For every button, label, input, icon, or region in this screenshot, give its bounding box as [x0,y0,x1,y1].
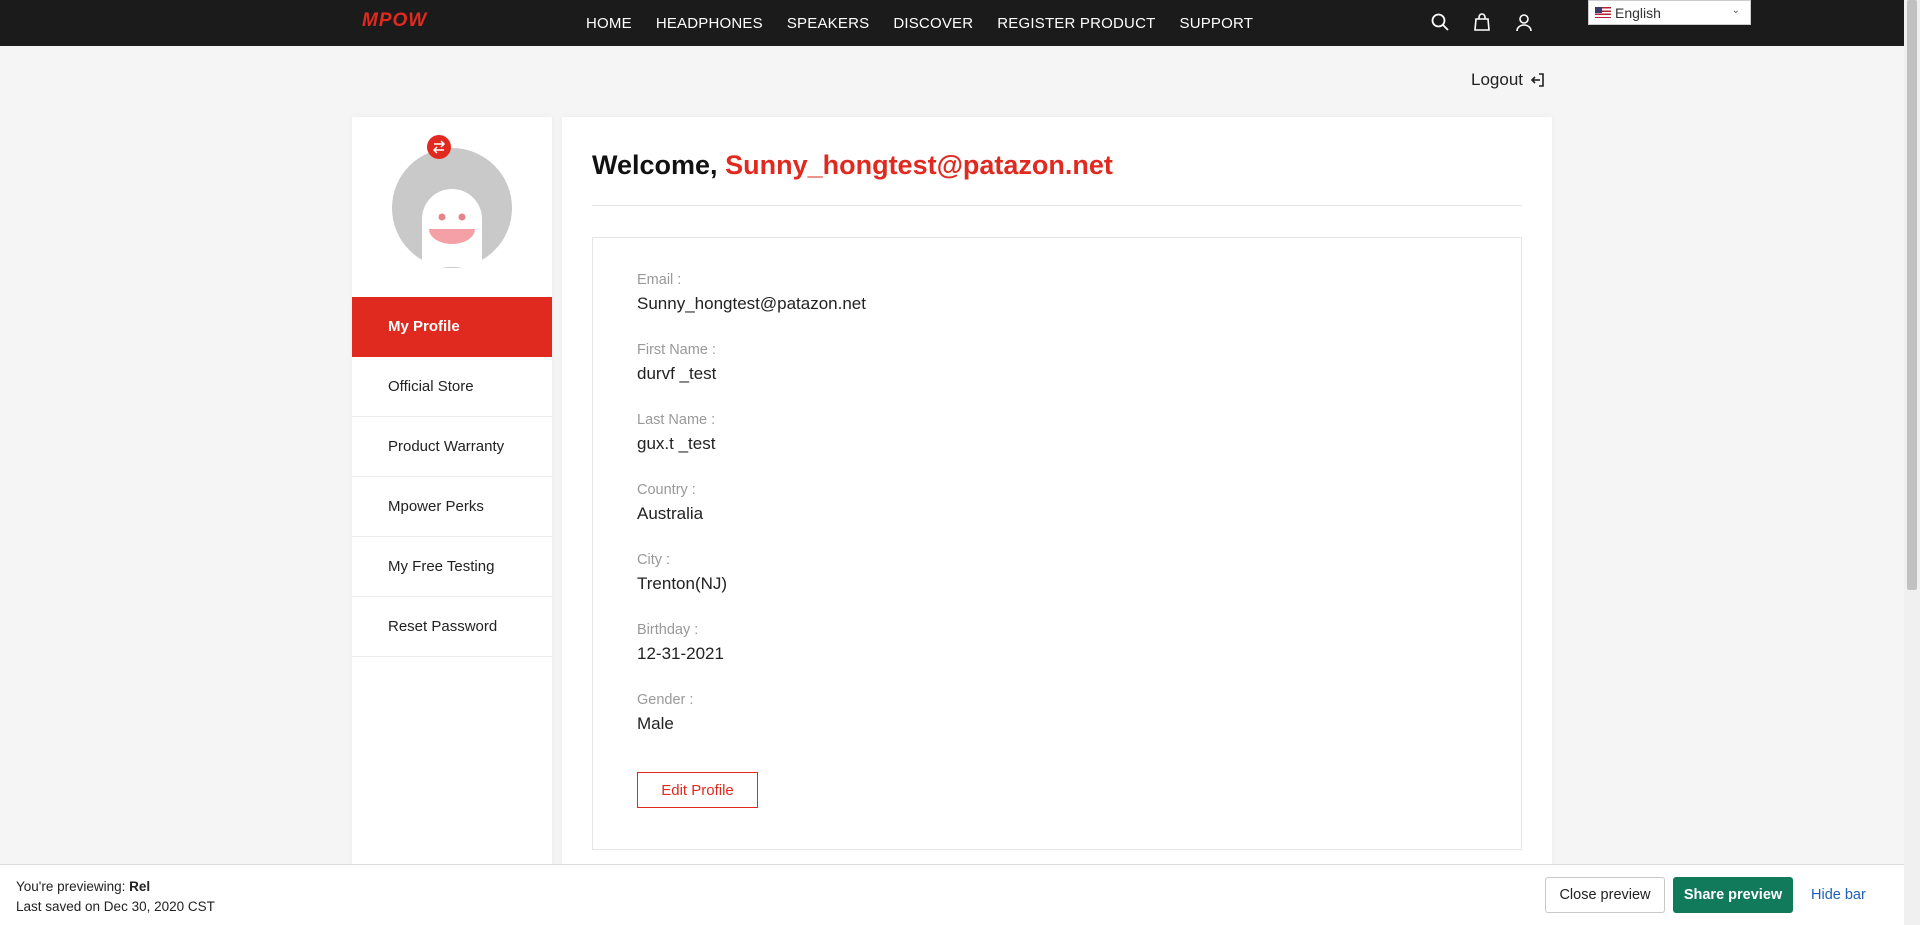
page-title: Welcome, Sunny_hongtest@patazon.net [592,150,1113,181]
avatar[interactable] [391,147,513,269]
close-preview-button[interactable]: Close preview [1545,877,1665,913]
field-value: 12-31-2021 [637,644,724,663]
us-flag-icon [1595,7,1611,18]
field-last-name: Last Name : gux.t _test [637,412,715,454]
language-selected: English [1615,4,1661,21]
nav-icons [1430,12,1534,32]
chevron-down-icon: ⌄ [1731,5,1740,16]
page-scrollbar[interactable] [1904,0,1920,925]
preview-info: You're previewing: Rel Last saved on Dec… [16,877,215,917]
user-icon[interactable] [1514,12,1534,32]
logout-label: Logout [1471,70,1523,89]
previewing-line: You're previewing: Rel [16,877,215,897]
field-label: Birthday : [637,622,699,638]
field-value: Sunny_hongtest@patazon.net [637,294,866,313]
logout-link[interactable]: Logout [1471,70,1545,90]
field-label: First Name : [637,342,716,358]
nav-register-product[interactable]: REGISTER PRODUCT [997,15,1155,32]
field-first-name: First Name : durvf _test [637,342,716,384]
profile-panel: Welcome, Sunny_hongtest@patazon.net Emai… [562,117,1552,925]
sidebar-item-my-free-testing[interactable]: My Free Testing [352,537,552,597]
field-label: Last Name : [637,412,716,428]
main-nav: HOME HEADPHONES SPEAKERS DISCOVER REGIST… [586,0,1277,46]
field-value: durvf _test [637,364,717,383]
field-value: Trenton(NJ) [637,574,728,593]
previewing-prefix: You're previewing: [16,879,126,894]
sidebar-item-my-profile[interactable]: My Profile [352,297,552,357]
scrollbar-thumb[interactable] [1907,0,1917,590]
edit-profile-button[interactable]: Edit Profile [637,772,758,808]
theme-name: Rel [129,879,151,894]
language-select[interactable]: English ⌄ [1588,0,1751,25]
svg-text:MPOW: MPOW [362,10,428,30]
field-value: Australia [637,504,704,523]
sidebar-item-product-warranty[interactable]: Product Warranty [352,417,552,477]
account-sidebar: My Profile Official Store Product Warran… [352,117,552,925]
field-label: Country : [637,482,696,498]
field-value: gux.t _test [637,434,716,453]
sidebar-menu: My Profile Official Store Product Warran… [352,297,552,657]
search-icon[interactable] [1430,12,1450,32]
avatar-image [392,148,512,268]
nav-support[interactable]: SUPPORT [1179,15,1253,32]
theme-preview-bar: You're previewing: Rel Last saved on Dec… [0,864,1904,925]
share-preview-button[interactable]: Share preview [1673,877,1793,913]
logout-icon [1530,73,1544,87]
nav-headphones[interactable]: HEADPHONES [656,15,763,32]
profile-details-card: Email : Sunny_hongtest@patazon.net First… [592,237,1522,850]
sidebar-item-official-store[interactable]: Official Store [352,357,552,417]
nav-home[interactable]: HOME [586,15,632,32]
sidebar-item-mpower-perks[interactable]: Mpower Perks [352,477,552,537]
sidebar-item-reset-password[interactable]: Reset Password [352,597,552,657]
field-country: Country : Australia [637,482,703,524]
mpow-logo[interactable]: MPOW [362,10,462,30]
swap-avatar-icon[interactable] [427,135,451,159]
field-label: City : [637,552,671,568]
hide-bar-link[interactable]: Hide bar [1811,887,1866,903]
welcome-username: Sunny_hongtest@patazon.net [725,150,1113,180]
field-value: Male [637,714,674,733]
welcome-prefix: Welcome, [592,150,718,180]
field-label: Email : [637,272,682,288]
nav-discover[interactable]: DISCOVER [893,15,973,32]
field-email: Email : Sunny_hongtest@patazon.net [637,272,866,314]
field-label: Gender : [637,692,694,708]
bag-icon[interactable] [1472,12,1492,32]
last-saved: Last saved on Dec 30, 2020 CST [16,899,215,914]
field-city: City : Trenton(NJ) [637,552,727,594]
field-birthday: Birthday : 12-31-2021 [637,622,724,664]
nav-speakers[interactable]: SPEAKERS [787,15,869,32]
title-divider [592,205,1522,206]
field-gender: Gender : Male [637,692,693,734]
